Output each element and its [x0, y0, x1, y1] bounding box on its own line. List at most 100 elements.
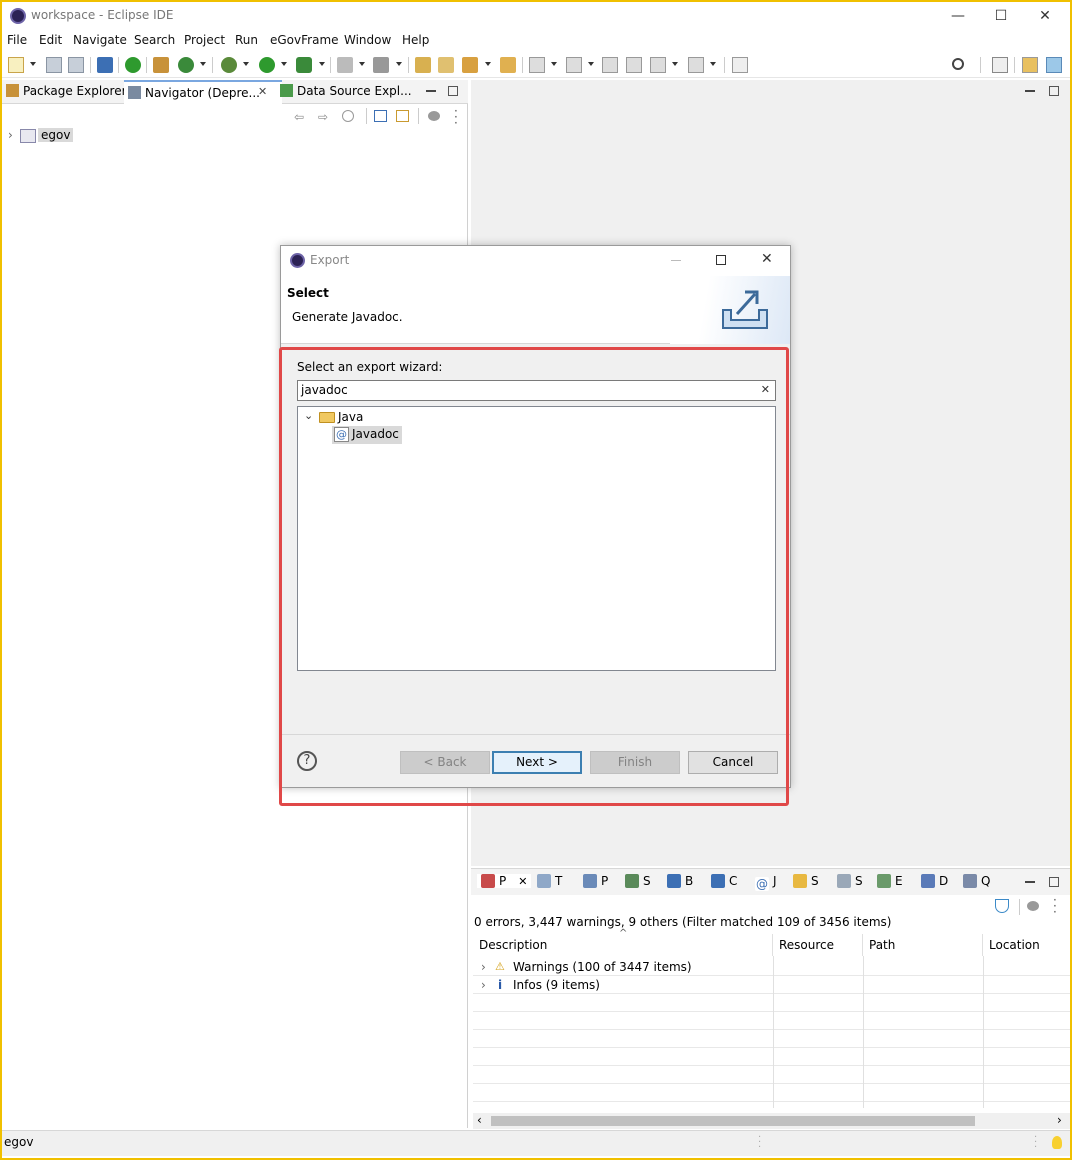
menu-window[interactable]: Window	[344, 33, 391, 47]
forward-icon[interactable]	[688, 57, 704, 73]
menu-project[interactable]: Project	[184, 33, 225, 47]
minimize-view-icon[interactable]	[1025, 881, 1035, 883]
stop-icon[interactable]	[337, 57, 353, 73]
last-edit-icon[interactable]	[602, 57, 618, 73]
view-menu-icon[interactable]: · · ·	[454, 105, 458, 129]
tree-item-javadoc[interactable]: @ Javadoc	[332, 426, 402, 444]
back-icon[interactable]	[650, 57, 666, 73]
table-row[interactable]: › i Infos (9 items)	[473, 976, 1070, 994]
save-icon[interactable]	[46, 57, 62, 73]
tab-q[interactable]: Q	[963, 874, 990, 888]
filter-icon[interactable]	[995, 899, 1009, 913]
tab-data-source-explorer[interactable]: Data Source Expl...	[280, 80, 412, 104]
open-type-icon[interactable]	[415, 57, 431, 73]
close-tab-icon[interactable]: ✕	[518, 875, 527, 888]
refresh-icon[interactable]	[178, 57, 194, 73]
column-location[interactable]: Location	[983, 934, 1070, 956]
tab-d[interactable]: D	[921, 874, 948, 888]
open-task-icon[interactable]	[462, 57, 478, 73]
finish-button[interactable]: Finish	[590, 751, 680, 774]
collapse-all-icon[interactable]	[374, 110, 387, 122]
maximize-view-icon[interactable]	[1049, 877, 1059, 887]
dialog-close-button[interactable]: ✕	[761, 251, 773, 267]
forward-nav-icon[interactable]: ⇨	[318, 110, 328, 124]
menu-help[interactable]: Help	[402, 33, 429, 47]
tab-s3[interactable]: S	[837, 874, 863, 888]
terminal-icon[interactable]	[97, 57, 113, 73]
back-button[interactable]: < Back	[400, 751, 490, 774]
column-resource[interactable]: Resource	[773, 934, 863, 956]
scroll-thumb[interactable]	[491, 1116, 975, 1126]
save-all-icon[interactable]	[68, 57, 84, 73]
run-dropdown-icon[interactable]	[281, 62, 287, 66]
java-perspective-icon[interactable]	[1022, 57, 1038, 73]
scroll-right-icon[interactable]: ›	[1057, 1113, 1062, 1127]
table-row[interactable]: › ⚠ Warnings (100 of 3447 items)	[473, 958, 1070, 976]
menu-search[interactable]: Search	[134, 33, 175, 47]
tab-s2[interactable]: S	[793, 874, 819, 888]
new-dropdown-icon[interactable]	[30, 62, 36, 66]
tree-item-java[interactable]: ⌄ Java	[302, 409, 502, 427]
prev-annotation-dropdown-icon[interactable]	[588, 62, 594, 66]
filters-icon[interactable]	[428, 111, 440, 121]
chevron-down-icon[interactable]: ⌄	[304, 409, 313, 422]
new-icon[interactable]	[8, 57, 24, 73]
tab-j[interactable]: @ J	[755, 874, 777, 891]
close-tab-icon[interactable]: ✕	[258, 85, 267, 98]
search-folder-icon[interactable]	[500, 57, 516, 73]
run-icon[interactable]	[259, 57, 275, 73]
external-tools-icon[interactable]	[373, 57, 389, 73]
chevron-right-icon[interactable]: ›	[481, 960, 486, 974]
prev-annotation-icon[interactable]	[566, 57, 582, 73]
debug-dropdown-icon[interactable]	[243, 62, 249, 66]
menu-file[interactable]: File	[7, 33, 27, 47]
menu-run[interactable]: Run	[235, 33, 258, 47]
next-button[interactable]: Next >	[492, 751, 582, 774]
egov-perspective-icon[interactable]	[1046, 57, 1062, 73]
next-annotation-dropdown-icon[interactable]	[551, 62, 557, 66]
next-edit-icon[interactable]	[626, 57, 642, 73]
server-start-icon[interactable]	[125, 57, 141, 73]
back-dropdown-icon[interactable]	[672, 62, 678, 66]
open-perspective-icon[interactable]	[992, 57, 1008, 73]
open-task-dropdown-icon[interactable]	[485, 62, 491, 66]
scroll-left-icon[interactable]: ‹	[477, 1113, 482, 1127]
menu-edit[interactable]: Edit	[39, 33, 62, 47]
wizard-filter-input[interactable]: javadoc ✕	[297, 380, 776, 401]
menu-egovframe[interactable]: eGovFrame	[270, 33, 339, 47]
dialog-maximize-button[interactable]	[716, 255, 726, 265]
tab-s[interactable]: S	[625, 874, 651, 888]
back-nav-icon[interactable]: ⇦	[294, 110, 304, 124]
menu-navigate[interactable]: Navigate	[73, 33, 127, 47]
minimize-view-icon[interactable]	[426, 90, 436, 92]
tab-t[interactable]: T	[537, 874, 562, 888]
search-icon[interactable]	[952, 58, 964, 70]
stop-dropdown-icon[interactable]	[359, 62, 365, 66]
pin-editor-icon[interactable]	[732, 57, 748, 73]
tab-e[interactable]: E	[877, 874, 903, 888]
maximize-view-icon[interactable]	[448, 86, 458, 96]
tab-problems[interactable]: P ✕	[477, 874, 532, 888]
up-nav-icon[interactable]	[342, 110, 354, 122]
forward-dropdown-icon[interactable]	[710, 62, 716, 66]
chevron-right-icon[interactable]: ›	[481, 978, 486, 992]
refresh-dropdown-icon[interactable]	[200, 62, 206, 66]
clear-filter-icon[interactable]: ✕	[761, 383, 770, 396]
cancel-button[interactable]: Cancel	[688, 751, 778, 774]
maximize-button[interactable]: ☐	[978, 6, 1024, 28]
maximize-editor-icon[interactable]	[1049, 86, 1059, 96]
debug-icon[interactable]	[221, 57, 237, 73]
link-editor-icon[interactable]	[396, 110, 409, 122]
column-path[interactable]: Path	[863, 934, 983, 956]
help-icon[interactable]: ?	[297, 751, 317, 771]
horizontal-scrollbar[interactable]: ‹ ›	[473, 1113, 1070, 1129]
tab-p2[interactable]: P	[583, 874, 608, 888]
tab-b[interactable]: B	[667, 874, 693, 888]
close-button[interactable]: ✕	[1022, 6, 1068, 28]
external-tools-dropdown-icon[interactable]	[396, 62, 402, 66]
configure-icon[interactable]	[1027, 901, 1039, 911]
minimize-button[interactable]: —	[935, 6, 981, 28]
tab-c[interactable]: C	[711, 874, 737, 888]
coverage-dropdown-icon[interactable]	[319, 62, 325, 66]
chevron-right-icon[interactable]: ›	[8, 128, 13, 142]
